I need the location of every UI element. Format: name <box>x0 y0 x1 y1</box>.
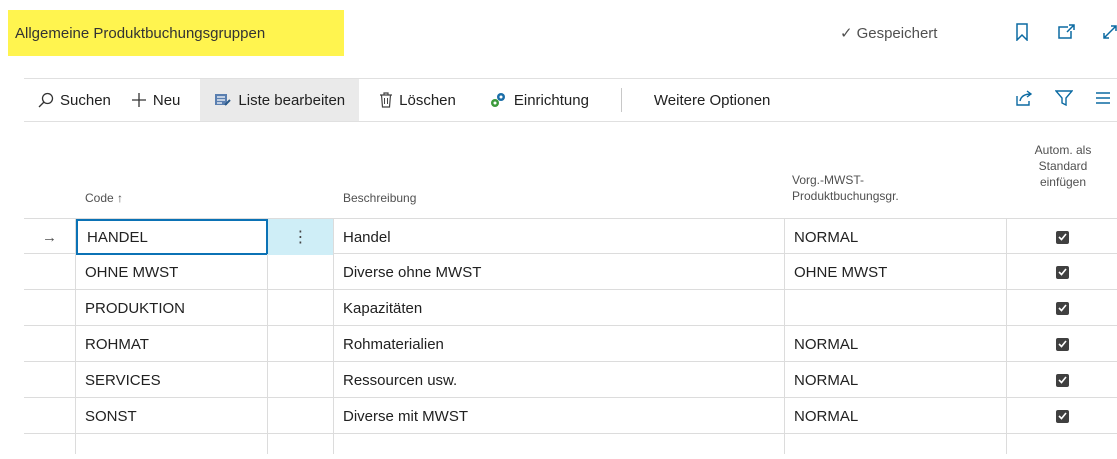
gears-icon <box>490 93 505 107</box>
column-header-code[interactable]: Code ↑ <box>85 190 123 206</box>
toolbar-divider <box>620 88 622 112</box>
row-actions-cell[interactable] <box>268 254 334 290</box>
edit-list-icon <box>215 94 232 106</box>
auto-insert-cell <box>1007 254 1117 290</box>
filter-icon[interactable] <box>1054 89 1074 111</box>
row-actions-cell[interactable] <box>268 362 334 398</box>
code-cell[interactable]: SERVICES <box>76 362 268 398</box>
action-bar: Suchen Neu Liste bearbeiten Löschen Einr… <box>24 78 1117 122</box>
search-icon <box>38 92 54 108</box>
row-actions-cell[interactable] <box>268 398 334 434</box>
checkbox-checked[interactable] <box>1055 373 1069 387</box>
table-row[interactable]: OHNE MWST Diverse ohne MWST OHNE MWST <box>24 254 1117 290</box>
table-row[interactable]: → HANDEL ⋮ Handel NORMAL <box>24 218 1117 255</box>
auto-header-line3: einfügen <box>1039 175 1087 189</box>
trash-icon <box>380 92 393 108</box>
auto-header-line1: Autom. als <box>1034 143 1092 157</box>
plus-icon <box>131 93 146 107</box>
auto-insert-cell <box>1007 290 1117 326</box>
column-header-auto-insert[interactable]: Autom. als Standard einfügen <box>1008 142 1117 190</box>
bookmark-icon[interactable] <box>1012 22 1032 42</box>
vat-group-cell[interactable]: NORMAL <box>785 326 1007 362</box>
code-cell[interactable]: SONST <box>76 398 268 434</box>
vat-header-line1: Vorg.-MWST- <box>792 173 865 187</box>
search-label: Suchen <box>60 91 111 109</box>
empty-cell <box>334 434 785 454</box>
list-view-icon[interactable] <box>1095 91 1111 110</box>
description-cell[interactable]: Rohmaterialien <box>334 326 785 362</box>
empty-cell <box>24 434 76 454</box>
column-header-vat-group[interactable]: Vorg.-MWST- Produktbuchungsgr. <box>792 172 899 204</box>
description-cell[interactable]: Kapazitäten <box>334 290 785 326</box>
row-selector[interactable] <box>24 290 76 326</box>
expand-icon[interactable] <box>1100 22 1117 42</box>
checkbox-checked[interactable] <box>1055 409 1069 423</box>
vat-group-cell[interactable] <box>785 290 1007 326</box>
edit-list-button[interactable]: Liste bearbeiten <box>200 79 360 121</box>
table-header: Code ↑ Beschreibung Vorg.-MWST- Produktb… <box>24 138 1117 218</box>
code-cell[interactable]: OHNE MWST <box>76 254 268 290</box>
more-options-button[interactable]: Weitere Optionen <box>640 79 784 121</box>
new-button[interactable]: Neu <box>125 79 195 121</box>
vat-group-cell[interactable]: NORMAL <box>785 219 1007 255</box>
open-new-window-icon[interactable] <box>1056 22 1076 42</box>
vat-group-cell[interactable]: OHNE MWST <box>785 254 1007 290</box>
vat-header-line2: Produktbuchungsgr. <box>792 189 899 203</box>
auto-header-line2: Standard <box>1038 159 1088 173</box>
checkbox-checked[interactable] <box>1055 230 1069 244</box>
setup-button[interactable]: Einrichtung <box>476 79 603 121</box>
auto-insert-cell <box>1007 326 1117 362</box>
code-cell[interactable]: HANDEL <box>76 219 268 255</box>
setup-label: Einrichtung <box>513 91 589 109</box>
delete-button[interactable]: Löschen <box>365 79 470 121</box>
empty-cell <box>1007 434 1117 454</box>
delete-label: Löschen <box>399 91 456 109</box>
description-cell[interactable]: Diverse mit MWST <box>334 398 785 434</box>
more-actions-icon[interactable]: ⋮ <box>293 227 309 247</box>
table-row[interactable]: PRODUKTION Kapazitäten <box>24 290 1117 326</box>
checkbox-checked[interactable] <box>1055 301 1069 315</box>
saved-status: ✓ Gespeichert <box>840 24 938 43</box>
row-selector[interactable] <box>24 254 76 290</box>
empty-cell <box>268 434 334 454</box>
row-actions-cell[interactable] <box>268 290 334 326</box>
row-actions-cell[interactable]: ⋮ <box>268 219 334 255</box>
auto-insert-cell <box>1007 398 1117 434</box>
current-row-arrow-icon: → <box>42 228 57 246</box>
table-row[interactable]: SONST Diverse mit MWST NORMAL <box>24 398 1117 434</box>
checkbox-checked[interactable] <box>1055 337 1069 351</box>
description-cell[interactable]: Ressourcen usw. <box>334 362 785 398</box>
empty-row[interactable] <box>24 434 1117 454</box>
vat-group-cell[interactable]: NORMAL <box>785 362 1007 398</box>
row-selector[interactable] <box>24 398 76 434</box>
column-header-description[interactable]: Beschreibung <box>343 190 416 206</box>
auto-insert-cell <box>1007 219 1117 255</box>
new-label: Neu <box>152 91 181 109</box>
code-cell[interactable]: PRODUKTION <box>76 290 268 326</box>
row-actions-cell[interactable] <box>268 326 334 362</box>
empty-cell <box>76 434 268 454</box>
row-selector[interactable] <box>24 362 76 398</box>
row-selector[interactable] <box>24 326 76 362</box>
edit-list-label: Liste bearbeiten <box>238 91 346 109</box>
empty-cell <box>785 434 1007 454</box>
table-row[interactable]: SERVICES Ressourcen usw. NORMAL <box>24 362 1117 398</box>
more-options-label: Weitere Optionen <box>653 91 771 109</box>
page-title: Allgemeine Produktbuchungsgruppen <box>8 10 344 56</box>
saved-label: Gespeichert <box>856 24 938 42</box>
auto-insert-cell <box>1007 362 1117 398</box>
product-posting-groups-table: Code ↑ Beschreibung Vorg.-MWST- Produktb… <box>24 138 1117 454</box>
checkmark-icon: ✓ <box>840 25 853 42</box>
description-cell[interactable]: Diverse ohne MWST <box>334 254 785 290</box>
vat-group-cell[interactable]: NORMAL <box>785 398 1007 434</box>
code-cell[interactable]: ROHMAT <box>76 326 268 362</box>
row-selector[interactable]: → <box>24 219 76 255</box>
search-button[interactable]: Suchen <box>24 79 125 121</box>
description-cell[interactable]: Handel <box>334 219 785 255</box>
checkbox-checked[interactable] <box>1055 265 1069 279</box>
table-row[interactable]: ROHMAT Rohmaterialien NORMAL <box>24 326 1117 362</box>
share-icon[interactable] <box>1015 89 1033 111</box>
